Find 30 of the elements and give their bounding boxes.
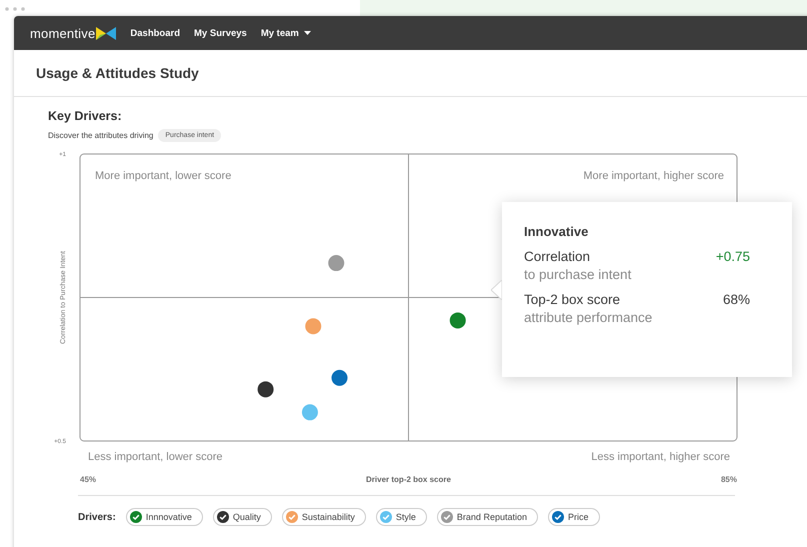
quadrant-label: More important, higher score	[583, 170, 724, 182]
driver-filter-chip[interactable]: Price	[548, 508, 600, 526]
metric-value: +0.75	[716, 249, 750, 264]
driver-filter-chip[interactable]: Style	[376, 508, 427, 526]
nav-link[interactable]: Dashboard	[130, 28, 180, 38]
quadrant-label: Less important, higher score	[591, 451, 730, 463]
driver-filter-chip[interactable]: Quality	[212, 508, 272, 526]
drivers-label: Drivers:	[78, 512, 116, 522]
section-subtitle: Discover the attributes driving	[48, 131, 154, 140]
x-axis-title: Driver top-2 box score	[366, 475, 451, 484]
quadrant-label: More important, lower score	[95, 170, 232, 182]
nav-link[interactable]: My Surveys	[194, 28, 247, 38]
metric-caption: attribute performance	[524, 310, 654, 325]
x-tick-label: 85%	[720, 475, 737, 484]
metric-label: Top-2 box score	[524, 292, 622, 307]
driver-filter-chip[interactable]: Innnovative	[126, 508, 203, 526]
nav-link[interactable]: My team	[260, 28, 311, 38]
driver-filter-chip[interactable]: Brand Reputation	[436, 508, 538, 526]
page-title: Usage & Attitudes Study	[36, 65, 199, 81]
data-point[interactable]	[258, 381, 274, 398]
quadrant-label: Less important, lower score	[88, 451, 222, 463]
x-tick-label: 45%	[80, 475, 96, 484]
bowtie-logo-icon	[96, 26, 116, 40]
driver-filter-chip[interactable]: Sustainability	[282, 508, 366, 526]
section-title: Key Drivers:	[48, 109, 123, 123]
metric-value: 68%	[722, 292, 750, 307]
tooltip-title: Innovative	[524, 224, 590, 239]
metric-label: Correlation	[524, 249, 592, 264]
metric-caption: to purchase intent	[524, 267, 632, 282]
brand-logo-text: momentive	[30, 26, 96, 40]
